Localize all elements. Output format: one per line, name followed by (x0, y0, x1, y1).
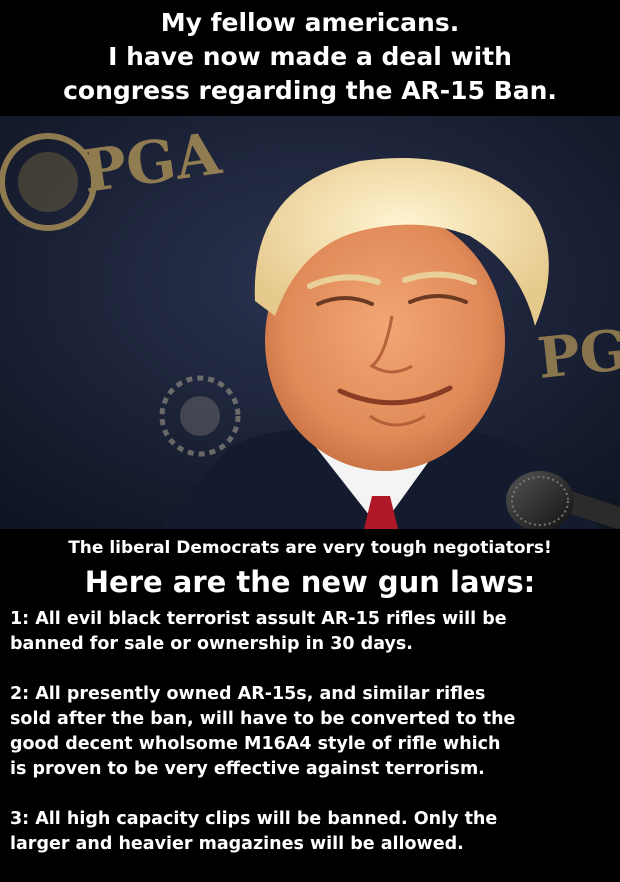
laws-heading: Here are the new gun laws: (84, 565, 536, 599)
law-item: 1: All evil black terrorist assult AR-15… (10, 607, 616, 657)
law-item: 3: All high capacity clips will be banne… (10, 807, 616, 857)
portrait-photo: PGA PG (0, 116, 620, 529)
law-line: banned for sale or ownership in 30 days. (10, 634, 413, 654)
laws-list: 1: All evil black terrorist assult AR-15… (10, 607, 616, 882)
top-caption: My fellow americans. I have now made a d… (0, 6, 620, 108)
top-caption-line: congress regarding the AR-15 Ban. (63, 76, 557, 105)
law-line: good decent wholsome M16A4 style of rifl… (10, 734, 501, 754)
portrait-illustration: PGA PG (0, 116, 620, 529)
pga-logo-text-right: PG (535, 317, 620, 392)
subcaption: The liberal Democrats are very tough neg… (68, 538, 552, 558)
law-item: 2: All presently owned AR-15s, and simil… (10, 682, 616, 782)
law-line: 1: All evil black terrorist assult AR-15… (10, 609, 507, 629)
law-line: is proven to be very effective against t… (10, 759, 485, 779)
law-line: 3: All high capacity clips will be banne… (10, 809, 498, 829)
law-line: 2: All presently owned AR-15s, and simil… (10, 684, 486, 704)
law-line: sold after the ban, will have to be conv… (10, 709, 516, 729)
top-caption-line: My fellow americans. (160, 8, 460, 37)
law-line: larger and heavier magazines will be all… (10, 834, 464, 854)
top-caption-line: I have now made a deal with (108, 42, 512, 71)
